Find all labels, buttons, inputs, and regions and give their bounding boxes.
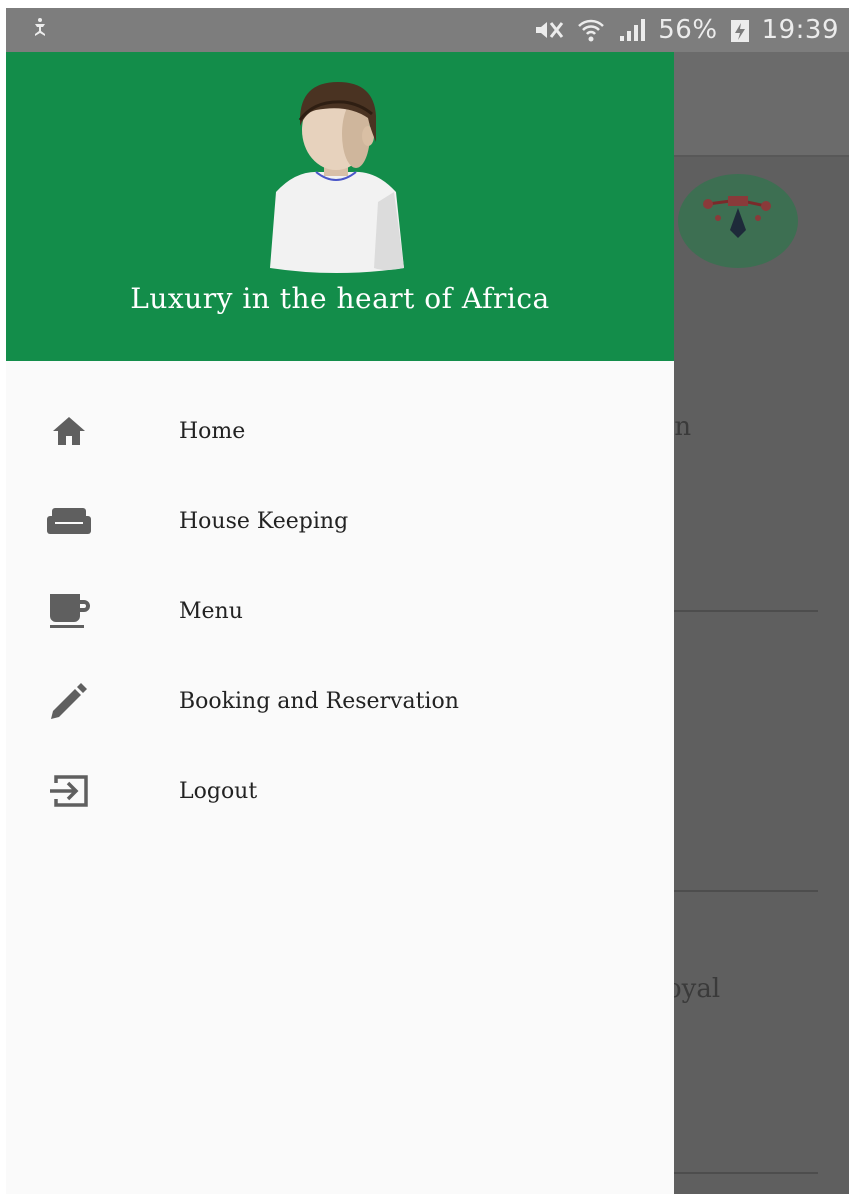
menu-item-label: Menu [179,598,243,624]
usb-debug-icon [28,16,52,44]
status-bar: 56% 19:39 [6,8,849,52]
drawer-menu: Home House Keeping Menu Booking and Rese… [6,361,674,836]
menu-item-label: Home [179,418,246,444]
menu-item-house-keeping[interactable]: House Keeping [6,476,674,566]
background-logo [678,174,798,268]
background-divider [674,1172,818,1174]
menu-item-label: Logout [179,778,258,804]
menu-item-home[interactable]: Home [6,386,674,476]
signal-icon [618,18,646,42]
wifi-icon [576,17,606,43]
menu-item-logout[interactable]: Logout [6,746,674,836]
clock: 19:39 [761,15,839,45]
menu-item-label: House Keeping [179,508,349,534]
battery-percent: 56% [658,15,718,45]
sofa-icon [44,496,94,546]
logout-icon [44,766,94,816]
pencil-icon [44,676,94,726]
menu-item-label: Booking and Reservation [179,688,459,714]
menu-item-booking-and-reservation[interactable]: Booking and Reservation [6,656,674,746]
home-icon [44,406,94,456]
background-divider [674,610,818,612]
background-text-fragment: oyal [666,974,721,1004]
menu-item-menu[interactable]: Menu [6,566,674,656]
drawer-header: Luxury in the heart of Africa [6,52,674,361]
background-divider [674,890,818,892]
coffee-cup-icon [44,586,94,636]
battery-charging-icon [730,17,750,43]
navigation-drawer: Luxury in the heart of Africa Home House… [6,52,674,1194]
avatar [256,72,416,282]
header-tagline: Luxury in the heart of Africa [130,282,550,315]
mute-icon [534,19,564,41]
